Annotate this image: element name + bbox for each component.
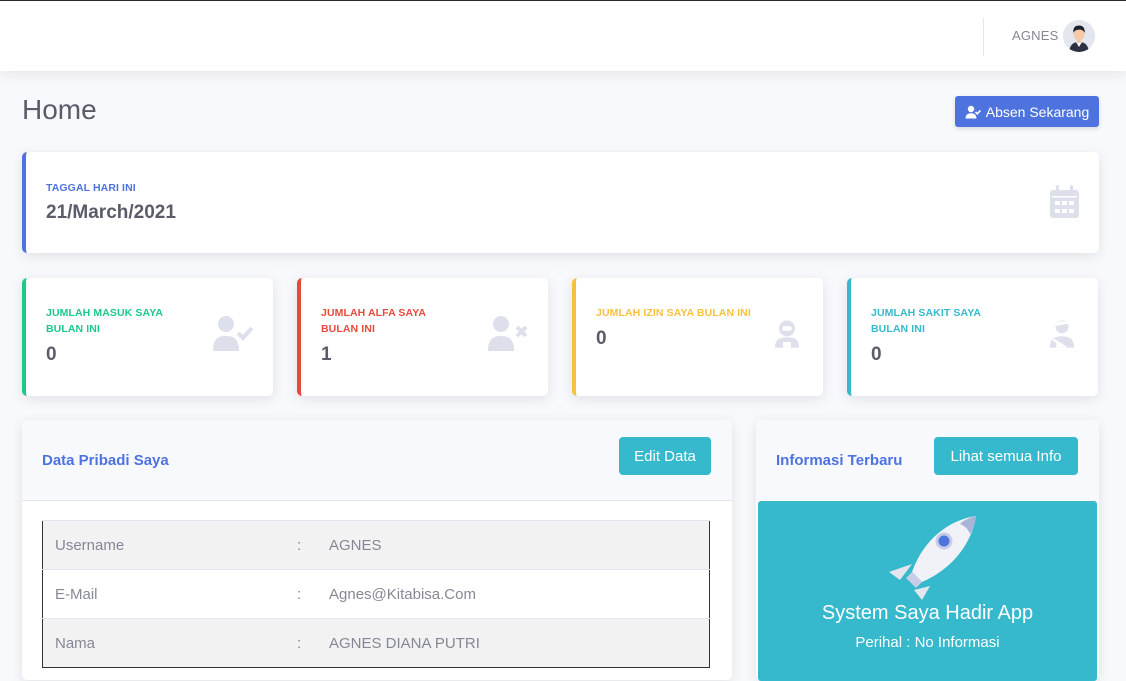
today-label: TAGGAL HARI INI	[46, 182, 136, 194]
stat-label: JUMLAH IZIN SAYA BULAN INI	[596, 307, 751, 319]
topbar-divider	[983, 18, 984, 56]
absen-button-label: Absen Sekarang	[985, 103, 1090, 120]
table-row: E-Mail : Agnes@Kitabisa.Com	[42, 569, 710, 619]
user-check-icon	[965, 105, 981, 118]
profile-table: Username : AGNES E-Mail : Agnes@Kitabisa…	[42, 520, 710, 668]
profile-card-header: Data Pribadi Saya Edit Data	[22, 420, 732, 501]
user-name[interactable]: AGNES	[1012, 28, 1059, 43]
row-colon: :	[285, 520, 317, 570]
news-card-header: Informasi Terbaru Lihat semua Info	[756, 420, 1099, 500]
news-card: Informasi Terbaru Lihat semua Info Syste…	[756, 420, 1099, 681]
row-label: E-Mail	[42, 569, 285, 619]
rocket-icon	[889, 516, 976, 600]
stat-card-izin: JUMLAH IZIN SAYA BULAN INI 0	[572, 278, 823, 396]
news-panel: System Saya Hadir App Perihal : No Infor…	[758, 501, 1097, 681]
stat-value: 0	[596, 328, 607, 349]
view-all-info-button[interactable]: Lihat semua Info	[934, 437, 1078, 475]
today-date: 21/March/2021	[46, 202, 176, 223]
user-injured-icon	[1050, 320, 1074, 349]
news-title: Informasi Terbaru	[776, 452, 903, 469]
row-value: AGNES	[317, 520, 710, 570]
row-value: AGNES DIANA PUTRI	[317, 618, 710, 668]
stat-card-masuk: JUMLAH MASUK SAYA BULAN INI 0	[22, 278, 273, 396]
news-subtitle: Perihal : No Informasi	[855, 634, 1000, 651]
stat-value: 0	[871, 344, 882, 365]
absen-sekarang-button[interactable]: Absen Sekarang	[955, 96, 1099, 127]
calendar-icon	[1050, 185, 1079, 218]
stat-label: JUMLAH SAKIT SAYA BULAN INI	[871, 307, 981, 335]
row-label: Username	[42, 520, 285, 570]
edit-data-button[interactable]: Edit Data	[619, 437, 711, 475]
news-app-title: System Saya Hadir App	[821, 602, 1034, 624]
table-row: Nama : AGNES DIANA PUTRI	[42, 618, 710, 668]
profile-title: Data Pribadi Saya	[42, 452, 169, 469]
user-avatar-icon[interactable]	[1063, 20, 1095, 52]
stat-value: 0	[46, 344, 57, 365]
stat-label: JUMLAH ALFA SAYA BULAN INI	[321, 307, 426, 335]
row-label: Nama	[42, 618, 285, 668]
today-date-card: TAGGAL HARI INI 21/March/2021	[22, 152, 1099, 253]
profile-card: Data Pribadi Saya Edit Data Username : A…	[22, 420, 732, 680]
user-times-icon	[488, 316, 528, 351]
table-row: Username : AGNES	[42, 520, 710, 570]
user-check-icon	[213, 316, 253, 351]
stat-card-sakit: JUMLAH SAKIT SAYA BULAN INI 0	[847, 278, 1098, 396]
page-title: Home	[22, 94, 97, 125]
stat-value: 1	[321, 344, 332, 365]
stat-label: JUMLAH MASUK SAYA BULAN INI	[46, 307, 163, 335]
row-value: Agnes@Kitabisa.Com	[317, 569, 710, 619]
row-colon: :	[285, 618, 317, 668]
row-colon: :	[285, 569, 317, 619]
user-astronaut-icon	[775, 320, 799, 348]
stat-card-alfa: JUMLAH ALFA SAYA BULAN INI 1	[297, 278, 548, 396]
topbar: AGNES	[0, 0, 1126, 71]
